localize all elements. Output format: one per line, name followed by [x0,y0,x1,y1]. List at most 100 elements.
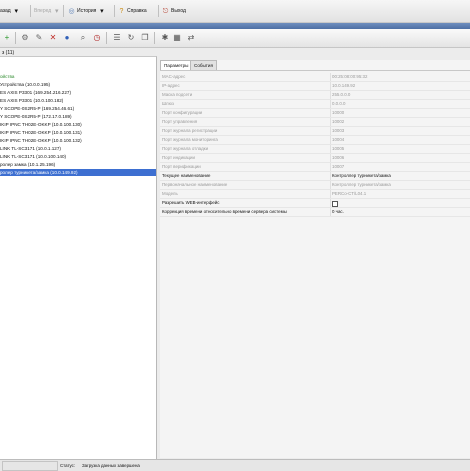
edit-icon[interactable]: ✎ [34,33,44,43]
property-value[interactable]: 00:25:08:00:95:32 [332,73,367,81]
status-bar: Статус: Загрузка данных завершена [0,459,470,471]
property-row: Порт индикации 10006 [160,154,470,163]
toolbar-separator [154,32,155,44]
toolbar-separator [106,32,107,44]
column-divider [330,172,331,180]
tree-item[interactable]: Устройства (10.0.0.195) [0,81,156,88]
property-value[interactable]: 10004 [332,136,344,144]
property-value[interactable]: Контроллер турникета/замка [332,181,391,189]
device-tree-panel: з (11) ойства Устройства (10.0.0.195) ES… [0,50,157,459]
tree-header: з (11) [2,50,15,56]
menu-back[interactable]: азад ▾ [0,7,20,16]
property-value[interactable]: 10006 [332,154,344,162]
property-row: Текущее наименование Контроллер турникета… [160,172,470,181]
menu-help-label: Справка [127,8,147,14]
info-icon[interactable]: ● [62,33,72,43]
property-value[interactable]: Контроллер турникета/замка [332,172,391,180]
tree-item[interactable]: IKIP IPNC TH02E-OKKP (10.0.100.131) [0,129,156,136]
grid-icon[interactable]: ▦ [172,33,182,43]
tree-item[interactable]: ролер турникета/замка (10.0.149.92) [0,169,156,176]
property-key: Порт журнала мониторинга [162,137,218,142]
toolbar: + ⚙ ✎ ✕ ● ⌕ ◷ ☰ ↻ ❐ ✱ ▦ ⇄ [0,29,470,48]
property-row: Маска подсети 255.0.0.0 [160,91,470,100]
property-row: Первоначальное наименование Контроллер ту… [160,181,470,190]
tab-parameters[interactable]: Параметры [160,60,193,70]
add-icon[interactable]: + [2,33,12,43]
tree-item[interactable]: IKIP IPNC TH02E-OKKP (10.0.100.130) [0,121,156,128]
column-divider [330,199,331,207]
tree-item-label: ролер замка (10.1.25.196) [0,162,56,167]
tree-item[interactable]: Y SCOPE-0S2R5-P (169.254.46.61) [0,105,156,112]
column-divider [330,118,331,126]
sync-icon[interactable]: ⇄ [186,33,196,43]
property-row: Порт конфигурации 10000 [160,109,470,118]
list-icon[interactable]: ☰ [112,33,122,43]
property-value[interactable]: 10003 [332,127,344,135]
menu-separator [30,5,31,17]
property-row: Шлюз 0.0.0.0 [160,100,470,109]
property-value[interactable]: PERCo-CT/L04.1 [332,190,366,198]
property-row: Порт управления 10002 [160,118,470,127]
menu-back-label: азад [0,8,11,14]
chevron-down-icon: ▾ [54,8,59,15]
menu-help[interactable]: ? Справка [118,7,147,16]
clock-icon[interactable]: ◷ [92,33,102,43]
tree-item[interactable]: ES AXIS P3301 (10.0.100.182) [0,97,156,104]
property-value[interactable]: 10000 [332,109,344,117]
search-icon[interactable]: ⌕ [78,33,88,43]
property-key: Порт журнала отладки [162,146,209,151]
tree-item[interactable]: IKIP IPNC TH02E-OKKP (10.0.100.132) [0,137,156,144]
column-divider [330,163,331,171]
properties-panel: Параметры События MAC-адрес 00:25:08:00:9… [160,60,470,458]
tree-item[interactable]: ES AXIS P3301 (169.254.216.227) [0,89,156,96]
property-value[interactable]: 0 час. [332,208,344,216]
property-value[interactable]: 255.0.0.0 [332,91,350,99]
menu-history[interactable]: ◎ История ▾ [68,7,105,16]
copy-icon[interactable]: ❐ [140,33,150,43]
property-value[interactable]: 10005 [332,145,344,153]
property-row: IP-адрес 10.0.149.92 [160,82,470,91]
property-key: Маска подсети [162,92,193,97]
delete-icon[interactable]: ✕ [48,33,58,43]
tree-item-label: Y SCOPE-0S2R5-P (172.17.0.189) [0,114,72,119]
column-divider [330,208,331,216]
tab-events[interactable]: События [190,60,217,70]
tree-item[interactable]: LINK TL-SC3171 (10.0.100.140) [0,153,156,160]
column-divider [330,73,331,81]
web-interface-checkbox[interactable] [332,200,338,207]
history-icon: ◎ [68,8,75,15]
tree-item-label: ойства [0,74,15,79]
exit-icon: ⎋ [162,8,169,15]
property-value[interactable]: 10002 [332,118,344,126]
tree-item[interactable]: ойства [0,73,156,80]
tree-item[interactable]: LINK TL-SC3171 (10.0.1.127) [0,145,156,152]
property-value[interactable]: 10007 [332,163,344,171]
settings-icon[interactable]: ✱ [160,33,170,43]
tree-item[interactable]: ролер замка (10.1.25.196) [0,161,156,168]
column-divider [330,181,331,189]
tree-item-label: Устройства (10.0.0.195) [0,82,51,87]
property-grid: MAC-адрес 00:25:08:00:95:32 IP-адрес 10.0.… [160,70,470,217]
property-value[interactable]: 0.0.0.0 [332,100,345,108]
tree-item[interactable]: Y SCOPE-0S2R5-P (172.17.0.189) [0,113,156,120]
help-icon: ? [119,8,124,15]
property-row: Порт верификации 10007 [160,163,470,172]
property-key: Порт конфигурации [162,110,203,115]
property-key: Коррекция времени относительно времени с… [162,209,287,214]
menu-separator [63,5,64,17]
menu-forward[interactable]: Вперед ▾ [34,7,60,16]
tree-item-label: IKIP IPNC TH02E-OKKP (10.0.100.131) [0,130,82,135]
property-key: Порт журнала регистрации [162,128,218,133]
column-divider [330,82,331,90]
refresh-icon[interactable]: ↻ [126,33,136,43]
tool-icon[interactable]: ⚙ [20,33,30,43]
column-divider [330,100,331,108]
menu-exit-label: Выход [171,8,186,14]
menu-forward-label: Вперед [34,8,52,14]
tree-item-label: ролер турникета/замка (10.0.149.92) [0,170,78,175]
tree-item-label: IKIP IPNC TH02E-OKKP (10.0.100.130) [0,122,82,127]
tree-item-label: ES AXIS P3301 (10.0.100.182) [0,98,64,103]
menu-separator [114,5,115,17]
property-value[interactable]: 10.0.149.92 [332,82,355,90]
menu-exit[interactable]: ⎋ Выход [162,7,186,16]
